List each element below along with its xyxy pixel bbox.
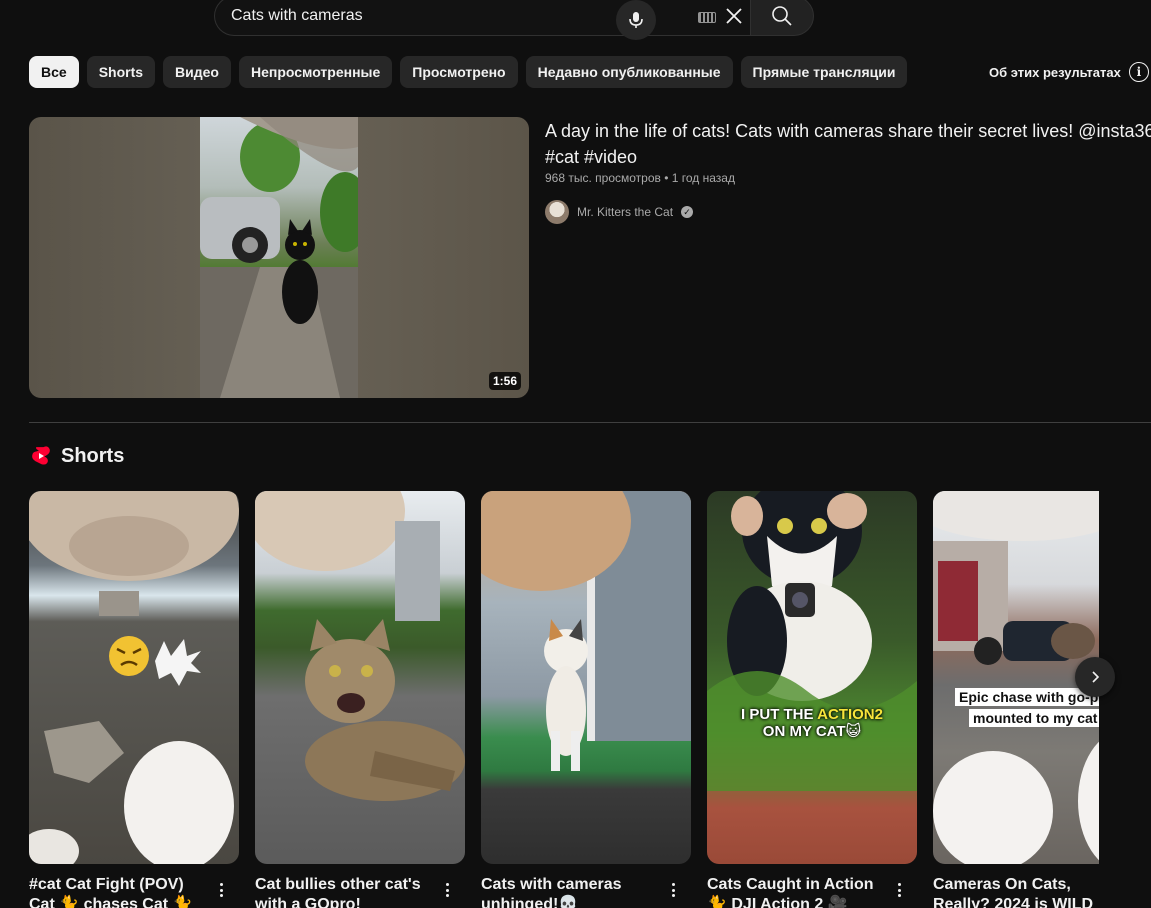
short-item[interactable]: #cat Cat Fight (POV) Cat 🐈 chases Cat 🐈 [29, 491, 239, 908]
voice-search-button[interactable] [616, 0, 656, 40]
keyboard-icon[interactable] [698, 12, 716, 23]
channel-link[interactable]: Mr. Kitters the Cat ✓ [545, 200, 694, 224]
shorts-heading: Shorts [29, 444, 124, 468]
chip-videos[interactable]: Видео [163, 56, 231, 88]
shorts-shelf: #cat Cat Fight (POV) Cat 🐈 chases Cat 🐈 … [29, 491, 1099, 908]
channel-name[interactable]: Mr. Kitters the Cat [577, 205, 673, 219]
chip-live[interactable]: Прямые трансляции [740, 56, 908, 88]
short-title[interactable]: Cats with cameras unhinged!💀 [481, 875, 661, 908]
short-thumbnail-image [255, 491, 465, 801]
short-caption: Epic chase with go-pro [955, 688, 1099, 706]
short-item[interactable]: Cat bullies other cat's with a GOpro! [255, 491, 465, 908]
short-item[interactable]: I PUT THE ACTION2 ON MY CAT😺 Cats Caught… [707, 491, 917, 908]
video-duration: 1:56 [488, 372, 521, 390]
clear-search-icon[interactable] [724, 6, 744, 26]
more-options-icon[interactable] [667, 880, 679, 900]
short-thumbnail[interactable] [255, 491, 465, 864]
cat-scene-image [200, 117, 358, 398]
short-title[interactable]: #cat Cat Fight (POV) Cat 🐈 chases Cat 🐈 [29, 875, 209, 908]
chip-all[interactable]: Все [29, 56, 79, 88]
short-caption: mounted to my cat [969, 709, 1099, 727]
video-title[interactable]: A day in the life of cats! Cats with cam… [545, 118, 1151, 170]
filter-chips: Все Shorts Видео Непросмотренные Просмот… [29, 56, 908, 88]
about-results-button[interactable]: Об этих результатах i [989, 62, 1149, 82]
search-input[interactable]: Cats with cameras [214, 0, 750, 36]
chip-recently-uploaded[interactable]: Недавно опубликованные [525, 56, 733, 88]
shorts-next-button[interactable] [1075, 657, 1115, 697]
search-query: Cats with cameras [231, 7, 363, 24]
short-title[interactable]: Cat bullies other cat's with a GOpro! [255, 875, 435, 908]
more-options-icon[interactable] [441, 880, 453, 900]
channel-avatar[interactable] [545, 200, 569, 224]
short-item[interactable]: Cats with cameras unhinged!💀 [481, 491, 691, 908]
more-options-icon[interactable] [893, 880, 905, 900]
more-options-icon[interactable] [215, 880, 227, 900]
video-thumbnail[interactable]: 1:56 [29, 117, 529, 398]
search-bar: Cats with cameras [214, 0, 814, 36]
chip-unwatched[interactable]: Непросмотренные [238, 56, 393, 88]
chevron-right-icon [1092, 671, 1100, 683]
microphone-icon [629, 12, 643, 28]
short-overlay-text: I PUT THE ACTION2 ON MY CAT😺 [741, 706, 883, 740]
chip-shorts[interactable]: Shorts [86, 56, 156, 88]
shorts-title: Shorts [61, 444, 125, 467]
short-thumbnail-image [481, 491, 691, 771]
short-item[interactable]: Epic chase with go-pro mounted to my cat… [933, 491, 1099, 908]
info-icon: i [1128, 62, 1149, 82]
short-thumbnail[interactable] [481, 491, 691, 864]
short-thumbnail[interactable] [29, 491, 239, 864]
short-title[interactable]: Cats Caught in Action 🐈 DJI Action 2 🎥 [707, 875, 887, 908]
short-thumbnail[interactable]: I PUT THE ACTION2 ON MY CAT😺 [707, 491, 917, 864]
chip-watched[interactable]: Просмотрено [400, 56, 518, 88]
search-button[interactable] [750, 0, 814, 36]
verified-icon: ✓ [681, 206, 694, 218]
section-divider [29, 422, 1151, 423]
video-views: 968 тыс. просмотров [545, 171, 661, 185]
short-title[interactable]: Cameras On Cats, Really? 2024 is WILD [933, 875, 1099, 908]
search-icon [772, 6, 792, 26]
video-thumbnail-image [200, 117, 358, 398]
about-results-label: Об этих результатах [989, 64, 1121, 80]
short-thumbnail-image [707, 491, 917, 791]
shorts-logo-icon [32, 446, 50, 465]
video-metadata: 968 тыс. просмотров • 1 год назад [545, 171, 735, 185]
video-age: 1 год назад [671, 171, 735, 185]
short-thumbnail-image [29, 491, 239, 864]
